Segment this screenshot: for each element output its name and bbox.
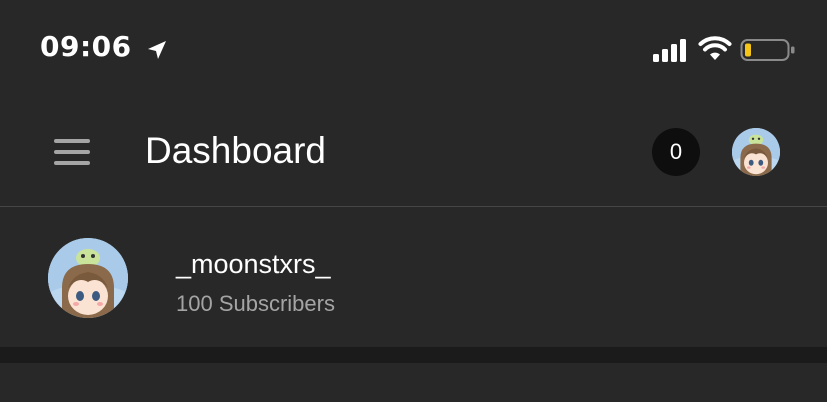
menu-bar-top	[54, 139, 90, 143]
menu-bar-middle	[54, 150, 90, 154]
hamburger-menu-icon[interactable]	[52, 137, 92, 167]
channel-row[interactable]: _moonstxrs_ 100 Subscribers	[0, 207, 827, 347]
dashboard-screen: 09:06 Dashboard 0 _moonstxrs_ 100 Subscr…	[0, 0, 827, 402]
anime-avatar-icon	[48, 238, 128, 318]
page-title: Dashboard	[145, 130, 327, 171]
section-separator	[0, 347, 827, 363]
battery-low-icon	[740, 39, 795, 61]
channel-avatar-icon	[48, 238, 128, 318]
status-bar: 09:06	[0, 0, 827, 100]
wifi-icon	[698, 36, 732, 60]
channel-subscriber-count: 100 Subscribers	[176, 291, 335, 316]
channel-name: _moonstxrs_	[176, 249, 331, 279]
location-arrow-icon	[148, 41, 166, 59]
menu-bar-bottom	[54, 161, 90, 165]
cellular-signal-icon	[653, 39, 686, 62]
notification-badge[interactable]: 0	[652, 128, 700, 176]
anime-avatar-icon	[732, 128, 780, 176]
status-time: 09:06	[40, 30, 132, 63]
next-section	[0, 363, 827, 402]
profile-avatar-icon[interactable]	[732, 128, 780, 176]
app-header: Dashboard 0	[0, 100, 827, 206]
